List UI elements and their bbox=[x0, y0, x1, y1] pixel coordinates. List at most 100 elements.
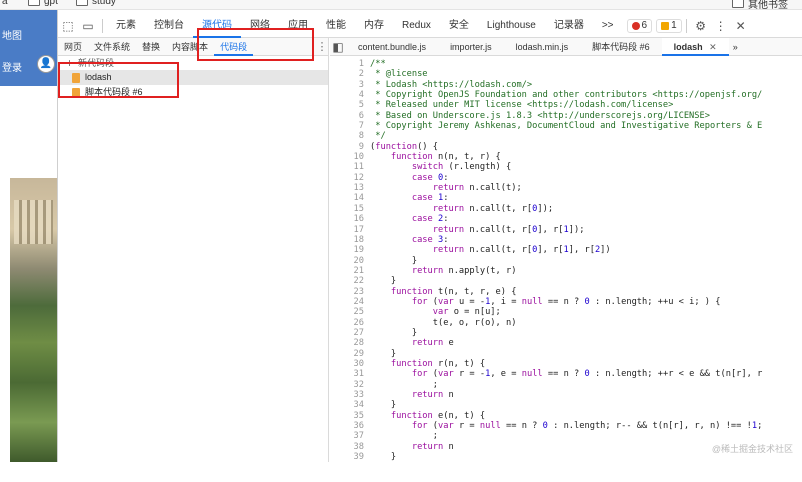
tab-memory[interactable]: 内存 bbox=[355, 14, 393, 38]
code-line[interactable]: function e(n, t) { bbox=[370, 411, 762, 421]
line-number: 24 bbox=[353, 296, 364, 307]
watermark: @稀土掘金技术社区 bbox=[711, 443, 793, 454]
code-lines[interactable]: /** * @license * Lodash <https://lodash.… bbox=[370, 59, 762, 462]
line-number: 4 bbox=[358, 90, 364, 101]
code-line[interactable]: ; bbox=[370, 431, 762, 441]
tab-security[interactable]: 安全 bbox=[440, 14, 478, 38]
editor-tab-content-bundle[interactable]: content.bundle.js bbox=[346, 38, 438, 56]
line-number: 23 bbox=[353, 286, 364, 297]
code-line[interactable]: */ bbox=[370, 131, 762, 141]
editor-tab-importer[interactable]: importer.js bbox=[438, 38, 504, 56]
sources-navigator: 网页 文件系统 替换 内容脚本 代码段 ⋮ + 新代码段 lodash 脚本代码… bbox=[58, 38, 329, 462]
warning-badge[interactable]: 1 bbox=[656, 18, 682, 33]
code-line[interactable]: } bbox=[370, 349, 762, 359]
code-line[interactable]: case 0: bbox=[370, 173, 762, 183]
bookmarks-bar: a gpt study 其他书签 bbox=[0, 0, 802, 10]
code-line[interactable]: return e bbox=[370, 338, 762, 348]
code-line[interactable]: * Based on Underscore.js 1.8.3 <http://u… bbox=[370, 111, 762, 121]
code-line[interactable]: * Released under MIT license <https://lo… bbox=[370, 100, 762, 110]
annotation-box-snippet-list bbox=[58, 62, 179, 98]
code-line[interactable]: return n.apply(t, r) bbox=[370, 266, 762, 276]
line-number: 15 bbox=[353, 203, 364, 214]
line-number: 22 bbox=[353, 276, 364, 287]
editor-tabs: ◧ content.bundle.js importer.js lodash.m… bbox=[330, 37, 802, 57]
code-line[interactable]: } bbox=[370, 276, 762, 286]
code-line[interactable]: switch (r.length) { bbox=[370, 162, 762, 172]
warning-icon bbox=[661, 21, 670, 30]
line-number: 33 bbox=[353, 390, 364, 400]
tab-console[interactable]: 控制台 bbox=[145, 14, 193, 38]
error-badge[interactable]: 6 bbox=[626, 18, 653, 33]
toggle-navigator-icon[interactable]: ◧ bbox=[330, 37, 346, 57]
code-line[interactable]: ; bbox=[370, 380, 762, 390]
tab-recorder[interactable]: 记录器 bbox=[545, 14, 593, 38]
line-number: 14 bbox=[353, 193, 364, 204]
inspect-icon[interactable]: ⬚ bbox=[58, 16, 78, 36]
map-link[interactable]: 地图 bbox=[2, 27, 22, 42]
line-number: 21 bbox=[353, 265, 364, 276]
line-number: 28 bbox=[353, 338, 364, 349]
code-line[interactable]: } bbox=[370, 452, 762, 462]
login-link[interactable]: 登录 bbox=[2, 59, 22, 74]
bookmark-study[interactable]: study bbox=[76, 0, 116, 7]
device-toggle-icon[interactable]: ▭ bbox=[78, 16, 98, 36]
editor-tab-lodash[interactable]: lodash ✕ bbox=[661, 37, 729, 56]
close-tab-icon[interactable]: ✕ bbox=[709, 42, 717, 52]
tab-page[interactable]: 网页 bbox=[58, 38, 88, 56]
avatar-icon[interactable]: 👤 bbox=[37, 55, 55, 73]
code-line[interactable]: for (var r = null == n ? 0 : n.length; r… bbox=[370, 421, 762, 431]
code-line[interactable]: * @license bbox=[370, 69, 762, 79]
code-line[interactable]: * Lodash <https://lodash.com/> bbox=[370, 80, 762, 90]
more-options-icon[interactable]: ⋮ bbox=[711, 16, 731, 36]
code-line[interactable]: case 3: bbox=[370, 235, 762, 245]
editor-tab-snippet-6[interactable]: 脚本代码段 #6 bbox=[580, 38, 662, 56]
bookmark-partial[interactable]: a bbox=[2, 0, 8, 7]
more-editor-tabs-icon[interactable]: » bbox=[729, 38, 742, 56]
tab-redux[interactable]: Redux bbox=[393, 14, 440, 38]
close-icon[interactable]: ✕ bbox=[731, 16, 751, 36]
more-tabs-button[interactable]: >> bbox=[593, 14, 623, 38]
code-line[interactable]: } bbox=[370, 400, 762, 410]
code-line[interactable]: /** bbox=[370, 59, 762, 69]
code-line[interactable]: function t(n, t, r, e) { bbox=[370, 287, 762, 297]
code-line[interactable]: function n(n, t, r) { bbox=[370, 152, 762, 162]
code-line[interactable]: return n.call(t, r[0], r[1], r[2]) bbox=[370, 245, 762, 255]
code-line[interactable]: for (var u = -1, i = null == n ? 0 : n.l… bbox=[370, 297, 762, 307]
bookmark-gpt[interactable]: gpt bbox=[28, 0, 58, 7]
divider bbox=[102, 18, 103, 33]
code-line[interactable]: * Copyright OpenJS Foundation and other … bbox=[370, 90, 762, 100]
line-number: 20 bbox=[353, 255, 364, 266]
code-line[interactable]: function r(n, t) { bbox=[370, 359, 762, 369]
code-line[interactable]: return n.call(t, r[0]); bbox=[370, 204, 762, 214]
code-line[interactable]: } bbox=[370, 328, 762, 338]
code-line[interactable]: var o = n[u]; bbox=[370, 307, 762, 317]
line-number: 35 bbox=[353, 410, 364, 421]
devtools-main-tabs: ⬚ ▭ 元素 控制台 源代码 网络 应用 性能 内存 Redux 安全 Ligh… bbox=[58, 14, 802, 38]
code-line[interactable]: (function() { bbox=[370, 142, 762, 152]
code-line[interactable]: return n bbox=[370, 442, 762, 452]
tab-overrides[interactable]: 替换 bbox=[136, 38, 166, 56]
code-line[interactable]: return n.call(t, r[0], r[1]); bbox=[370, 225, 762, 235]
code-line[interactable]: for (var r = -1, e = null == n ? 0 : n.l… bbox=[370, 369, 763, 379]
code-line[interactable]: return n.call(t); bbox=[370, 183, 762, 193]
editor-tab-lodash-min[interactable]: lodash.min.js bbox=[504, 38, 581, 56]
line-number: 27 bbox=[353, 327, 364, 338]
tab-elements[interactable]: 元素 bbox=[107, 14, 145, 38]
navigator-menu-icon[interactable]: ⋮ bbox=[316, 40, 328, 53]
code-line[interactable]: } bbox=[370, 256, 762, 266]
tab-filesystem[interactable]: 文件系统 bbox=[88, 38, 136, 56]
tab-lighthouse[interactable]: Lighthouse bbox=[478, 14, 545, 38]
code-line[interactable]: return n bbox=[370, 390, 762, 400]
code-line[interactable]: case 2: bbox=[370, 214, 762, 224]
code-line[interactable]: * Copyright Jeremy Ashkenas, DocumentClo… bbox=[370, 121, 762, 131]
line-numbers: 1 2 3 4 5 6 7 8 9 10 11 12 13 14 15 16 17 18 19 20 21 22 23 24 2… bbox=[330, 59, 364, 462]
bookmark-other[interactable]: 其他书签 bbox=[732, 0, 788, 9]
line-number: 17 bbox=[353, 224, 364, 235]
line-number: 32 bbox=[353, 379, 364, 390]
code-editor[interactable]: 1 2 3 4 5 6 7 8 9 10 11 12 13 14 15 16 17 18 19 20 21 22 23 24 2… bbox=[330, 57, 802, 462]
tab-performance[interactable]: 性能 bbox=[317, 14, 355, 38]
code-line[interactable]: t(e, o, r(o), n) bbox=[370, 318, 762, 328]
settings-gear-icon[interactable]: ⚙ bbox=[691, 16, 711, 36]
line-number: 8 bbox=[358, 131, 364, 142]
code-line[interactable]: case 1: bbox=[370, 193, 762, 203]
